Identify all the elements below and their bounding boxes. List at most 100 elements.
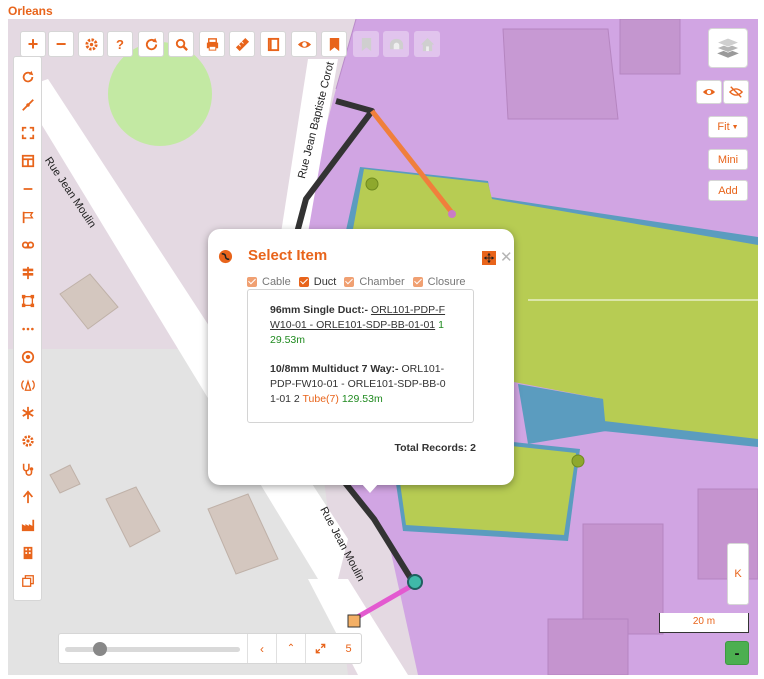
duct-filter-label: Duct <box>313 276 337 288</box>
left-toolbar <box>13 56 42 601</box>
result-link[interactable]: ORL101-PDP-F <box>371 304 445 316</box>
hide-layer-button[interactable] <box>723 80 749 104</box>
result-link[interactable]: W10-01 - ORLE101-SDP-BB-01-01 <box>270 319 435 331</box>
fullscreen-button[interactable] <box>14 119 41 147</box>
diagnostics-button[interactable] <box>14 455 41 483</box>
zoom-in-icon: + <box>27 33 39 54</box>
home-icon <box>420 37 434 51</box>
result-length: 29.53m <box>270 334 306 346</box>
app-title: Orleans <box>8 4 53 18</box>
line-tool-icon <box>21 99 34 111</box>
result-name: 10/8mm Multiduct 7 Way:- <box>270 363 399 375</box>
mini-label: Mini <box>717 153 739 166</box>
tunnel-icon <box>389 38 403 49</box>
timeline-bar: ‹ ⌃ 5 <box>58 633 362 664</box>
target-icon <box>21 350 34 364</box>
print-button[interactable] <box>199 31 225 57</box>
antenna-icon <box>20 379 35 391</box>
legend-button[interactable] <box>260 31 286 57</box>
bookmark-button[interactable] <box>321 31 347 57</box>
home-button[interactable] <box>414 31 440 57</box>
signpost-icon <box>22 266 33 280</box>
result-ref: 1-01 2 <box>270 393 300 405</box>
ruler-icon <box>235 37 249 51</box>
result-item[interactable]: 96mm Single Duct:- ORL101-PDP-F W10-01 -… <box>270 303 463 348</box>
minus-icon <box>23 188 32 190</box>
results-list: 96mm Single Duct:- ORL101-PDP-F W10-01 -… <box>247 289 474 423</box>
antenna-button[interactable] <box>14 371 41 399</box>
collapse-label: - <box>734 644 740 662</box>
factory-button[interactable] <box>14 511 41 539</box>
measure-button[interactable] <box>229 31 255 57</box>
signpost-button[interactable] <box>14 259 41 287</box>
result-item[interactable]: 10/8mm Multiduct 7 Way:- ORL101- PDP-FW1… <box>270 362 463 407</box>
layout-button[interactable] <box>14 147 41 175</box>
collapse-button[interactable]: - <box>725 641 749 665</box>
asterisk-button[interactable] <box>14 399 41 427</box>
eye-icon <box>702 88 716 96</box>
previous-button[interactable]: ‹ <box>247 634 276 663</box>
eye-slash-icon <box>729 86 743 98</box>
result-count: 1 <box>438 319 444 331</box>
timeline-slider-thumb[interactable] <box>93 642 107 656</box>
closure-checkbox[interactable] <box>412 277 423 287</box>
show-layer-button[interactable] <box>696 80 722 104</box>
timeline-track[interactable] <box>65 647 240 652</box>
cog-icon <box>21 435 34 447</box>
polygon-button[interactable] <box>14 287 41 315</box>
building-button[interactable] <box>14 539 41 567</box>
layers-button[interactable] <box>708 28 748 68</box>
refresh-button[interactable] <box>138 31 164 57</box>
add-button[interactable]: Add <box>708 180 748 201</box>
flag-button[interactable] <box>14 203 41 231</box>
draw-line-button[interactable] <box>14 91 41 119</box>
result-name: 96mm Single Duct:- <box>270 304 369 316</box>
settings-button[interactable] <box>78 31 104 57</box>
polygon-icon <box>21 294 34 308</box>
result-ref: ORL101- <box>401 363 445 375</box>
add-label: Add <box>718 184 738 197</box>
close-icon[interactable]: ✕ <box>500 248 513 266</box>
redo-icon <box>22 70 33 83</box>
bookmark-icon <box>329 37 339 51</box>
search-button[interactable] <box>168 31 194 57</box>
popup-pointer <box>361 483 379 493</box>
k-label: K <box>734 568 742 580</box>
target-button[interactable] <box>14 343 41 371</box>
zoom-in-button[interactable]: + <box>20 31 46 57</box>
result-tube[interactable]: Tube(7) <box>303 393 339 405</box>
scale-bar: 20 m <box>659 613 749 633</box>
tunnel-button[interactable] <box>383 31 409 57</box>
building-icon <box>23 546 32 560</box>
book-icon <box>267 37 279 51</box>
visibility-button[interactable] <box>291 31 317 57</box>
k-panel-button[interactable]: K <box>727 543 749 605</box>
more-button[interactable] <box>14 315 41 343</box>
dots-icon <box>21 327 34 331</box>
link-button[interactable] <box>14 231 41 259</box>
help-button[interactable]: ? <box>107 31 133 57</box>
stethoscope-icon <box>22 463 33 476</box>
mini-button[interactable]: Mini <box>708 149 748 170</box>
total-records: Total Records: 2 <box>394 442 477 454</box>
remove-button[interactable] <box>14 175 41 203</box>
duct-checkbox[interactable] <box>298 277 309 287</box>
fit-dropdown[interactable]: Fit ▼ <box>708 116 748 138</box>
cable-checkbox[interactable] <box>247 277 257 287</box>
cog-button[interactable] <box>14 427 41 455</box>
move-icon[interactable] <box>482 251 496 265</box>
expand-button[interactable] <box>305 634 334 663</box>
refresh-icon <box>145 37 157 50</box>
chamber-checkbox[interactable] <box>344 277 355 287</box>
copy-button[interactable] <box>14 567 41 595</box>
search-icon <box>175 38 188 51</box>
bookmark-icon <box>361 37 371 51</box>
zoom-out-button[interactable]: − <box>48 31 74 57</box>
up-button[interactable]: ⌃ <box>276 634 305 663</box>
eye-icon <box>297 40 311 48</box>
bookmark-list-button[interactable] <box>353 31 379 57</box>
upload-button[interactable] <box>14 483 41 511</box>
link-icon <box>21 241 34 249</box>
gear-icon <box>84 37 98 51</box>
redo-button[interactable] <box>14 63 41 91</box>
